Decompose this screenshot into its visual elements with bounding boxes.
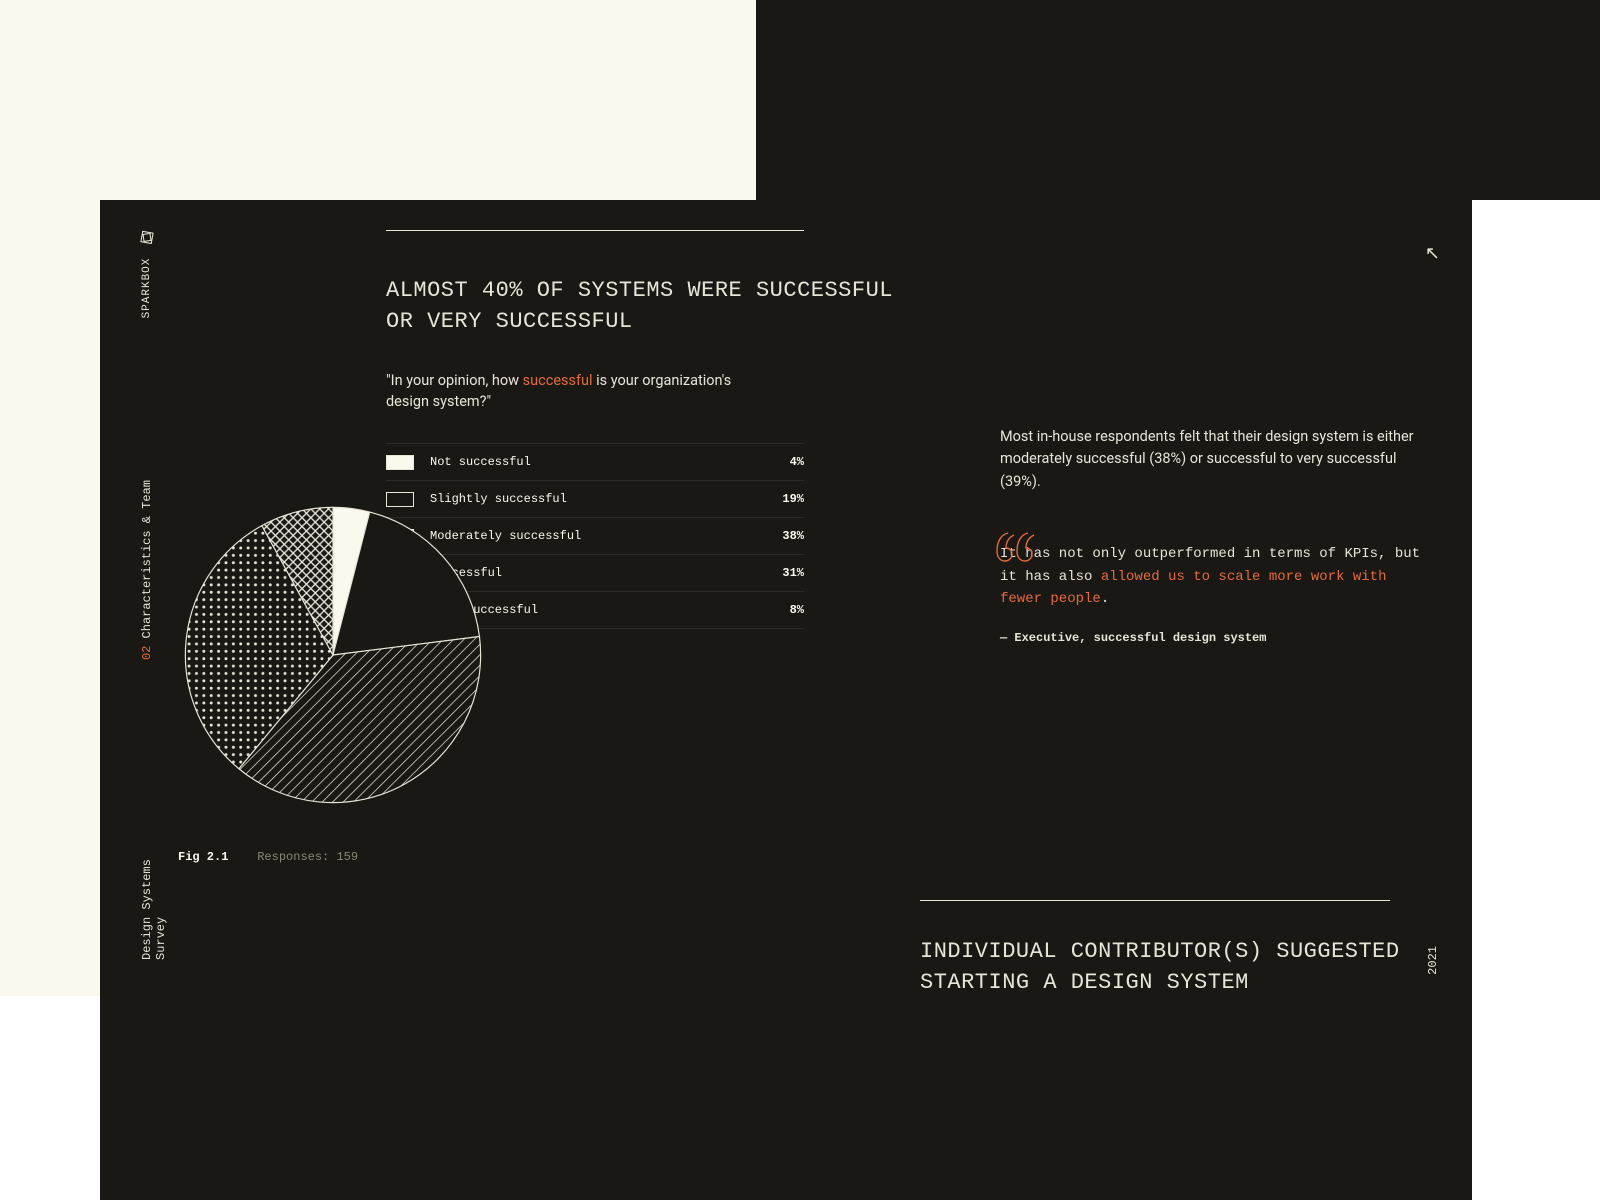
section-number: 02 xyxy=(140,646,154,660)
quote-text: It has not only outperformed in terms of… xyxy=(1000,543,1430,610)
brand-text: SPARKBOX xyxy=(141,258,153,319)
brand-icon xyxy=(140,230,154,244)
pie-chart xyxy=(178,500,488,810)
swatch-not-successful xyxy=(386,455,414,470)
quote-attribution: — Executive, successful design system xyxy=(1000,631,1430,645)
figure-caption: Fig 2.1 Responses: 159 xyxy=(178,850,358,864)
brand-logo: SPARKBOX xyxy=(140,230,154,318)
quote-post: . xyxy=(1101,591,1109,607)
report-page: SPARKBOX 02 Characteristics & Team Desig… xyxy=(100,200,1472,1200)
quote-mark-icon xyxy=(994,529,1042,570)
section-label: 02 Characteristics & Team xyxy=(140,480,154,660)
legend-value: 38% xyxy=(782,529,804,543)
section-name: Characteristics & Team xyxy=(140,480,154,638)
legend-value: 4% xyxy=(790,455,804,469)
dark-bg-top xyxy=(756,0,1600,200)
legend-label: Not successful xyxy=(430,455,790,469)
legend-row: Not successful 4% xyxy=(386,443,804,481)
legend-value: 8% xyxy=(790,603,804,617)
rule-section-2 xyxy=(920,900,1390,901)
year-label: 2021 xyxy=(1426,946,1440,975)
rule-top xyxy=(386,230,804,231)
legend-value: 31% xyxy=(782,566,804,580)
legend-value: 19% xyxy=(782,492,804,506)
pull-quote: It has not only outperformed in terms of… xyxy=(1000,543,1430,644)
next-section-heading: INDIVIDUAL CONTRIBUTOR(S) SUGGESTED STAR… xyxy=(920,937,1420,999)
question-pre: "In your opinion, how xyxy=(386,372,523,389)
survey-title: Design Systems Survey xyxy=(140,840,168,960)
question-accent: successful xyxy=(523,372,593,389)
chart-title: ALMOST 40% OF SYSTEMS WERE SUCCESSFUL OR… xyxy=(386,276,916,338)
responses-count: Responses: 159 xyxy=(257,850,358,864)
survey-question: "In your opinion, how successful is your… xyxy=(386,370,776,414)
narrative-paragraph: Most in-house respondents felt that thei… xyxy=(1000,426,1430,493)
figure-number: Fig 2.1 xyxy=(178,850,228,864)
